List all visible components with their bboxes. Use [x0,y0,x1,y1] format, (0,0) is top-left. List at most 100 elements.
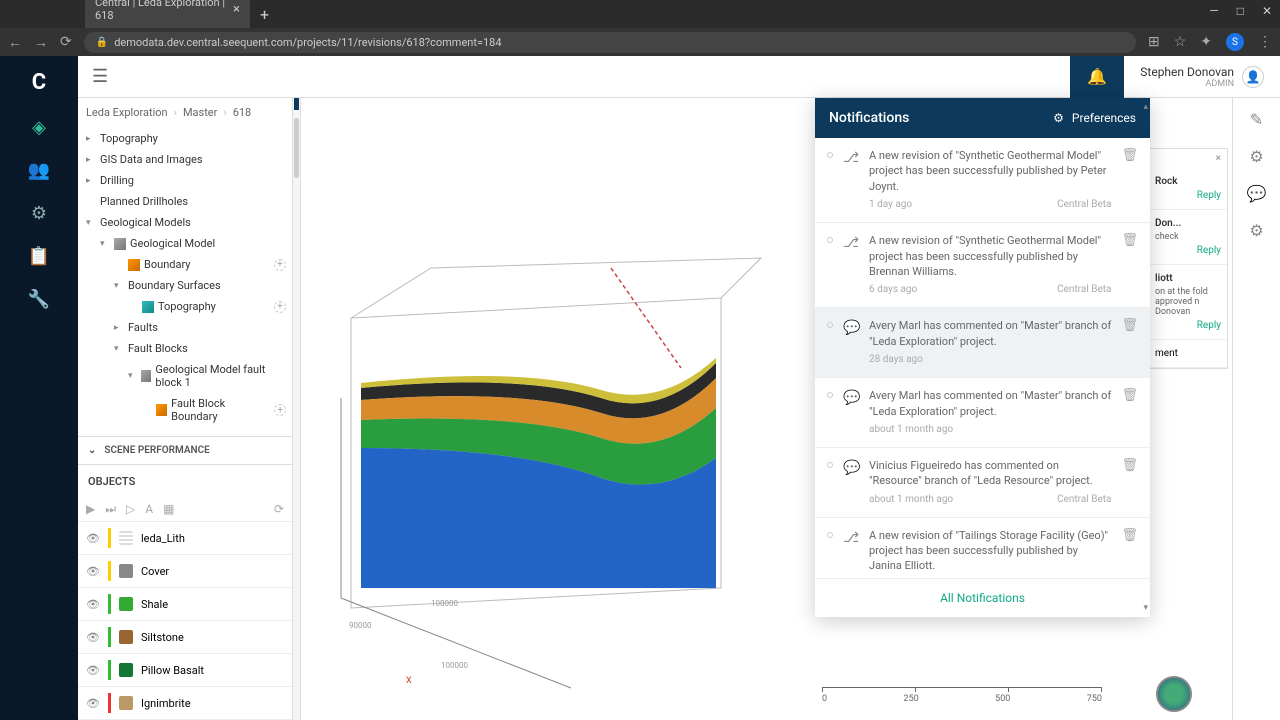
preferences-link[interactable]: ⚙ Preferences [1053,111,1136,125]
object-row[interactable]: 👁 Pillow Basalt [78,654,292,687]
visibility-icon[interactable]: 👁 [86,532,100,545]
forward-icon[interactable]: → [34,34,48,51]
tree-item[interactable]: ▸Topography [78,128,292,149]
reply-link[interactable]: Reply [1155,320,1221,331]
notification-item[interactable]: ⎇ A new revision of "Tailings Storage Fa… [815,518,1150,578]
notification-item[interactable]: ⎇ A new revision of "Synthetic Geotherma… [815,138,1150,223]
notification-item[interactable]: 💬 Avery Marl has commented on "Master" b… [815,378,1150,448]
hamburger-icon[interactable]: ☰ [78,66,122,87]
maximize-icon[interactable]: □ [1237,4,1244,18]
breadcrumb-revision[interactable]: 618 [233,106,252,119]
visibility-icon[interactable]: 👁 [86,631,100,644]
tree-item[interactable]: Planned Drillholes [78,191,292,212]
visibility-icon[interactable]: 👁 [86,697,100,710]
back-icon[interactable]: ← [8,34,22,51]
comments-icon[interactable]: 💬 [1247,184,1267,203]
add-icon[interactable]: + [274,301,286,313]
scene-performance-toggle[interactable]: ⌄ SCENE PERFORMANCE [78,436,292,464]
delete-notification-icon[interactable]: 🗑 [1121,458,1138,507]
notifications-list[interactable]: ▴ ▾ ⎇ A new revision of "Synthetic Geoth… [815,138,1150,578]
all-notifications-link[interactable]: All Notifications [815,578,1150,617]
step-icon[interactable]: ⏭ [105,502,116,517]
install-icon[interactable]: ⊞ [1148,34,1160,50]
comment-item[interactable]: Don... check Reply [1149,210,1227,265]
delete-notification-icon[interactable]: 🗑 [1121,233,1138,297]
visibility-icon[interactable]: 👁 [86,598,100,611]
add-comment[interactable]: ment [1149,340,1227,368]
browser-avatar[interactable]: S [1226,33,1244,51]
visibility-icon[interactable]: 👁 [86,664,100,677]
compass-icon[interactable] [1156,676,1192,712]
object-row[interactable]: 👁 Siltstone [78,621,292,654]
close-tab-icon[interactable]: × [233,2,240,17]
reload-icon[interactable]: ⟳ [60,34,72,50]
tree-item[interactable]: ▸GIS Data and Images [78,149,292,170]
add-icon[interactable]: + [274,259,286,271]
new-tab-button[interactable]: + [250,1,279,28]
tree-item[interactable]: Fault Block Boundary+ [78,393,292,427]
delete-notification-icon[interactable]: 🗑 [1121,318,1138,367]
reply-link[interactable]: Reply [1155,190,1221,201]
notification-item[interactable]: 💬 Avery Marl has commented on "Master" b… [815,308,1150,378]
tree-item[interactable]: ▾Geological Models [78,212,292,233]
play-icon[interactable]: ▶ [86,502,95,517]
edit-icon[interactable]: ✎ [1250,110,1263,129]
tree-item[interactable]: ▾Geological Model fault block 1 [78,359,292,393]
object-row[interactable]: 👁 Shale [78,588,292,621]
far-left-rail: C ◈ 👥 ⚙ 📋 🔧 [0,56,78,720]
sliders-icon[interactable]: ⚙ [1249,147,1263,166]
object-row[interactable]: 👁 Ignimbrite [78,687,292,720]
add-icon[interactable]: + [274,404,286,416]
delete-notification-icon[interactable]: 🗑 [1121,148,1138,212]
bookmark-icon[interactable]: ☆ [1174,34,1187,50]
close-window-icon[interactable]: ✕ [1262,4,1272,18]
text-icon[interactable]: A [145,502,153,517]
forward-play-icon[interactable]: ▷ [126,502,135,517]
tree-item[interactable]: ▾Geological Model [78,233,292,254]
swatch-icon [119,531,133,545]
menu-icon[interactable]: ⋮ [1258,34,1272,50]
extensions-icon[interactable]: ✦ [1200,34,1212,50]
url-field[interactable]: 🔒 demodata.dev.central.seequent.com/proj… [84,32,1136,53]
notifications-bell[interactable]: 🔔 [1070,56,1124,98]
object-row[interactable]: 👁 leda_Lith [78,522,292,555]
tree-item[interactable]: ▾Boundary Surfaces [78,275,292,296]
objects-panel: OBJECTS ▶ ⏭ ▷ A ▦ ⟳ 👁 leda_Lith👁 Cover👁 … [78,464,292,720]
notification-item[interactable]: ⎇ A new revision of "Synthetic Geotherma… [815,223,1150,308]
logo[interactable]: C [32,70,46,95]
tree-item-label: Faults [128,321,158,334]
object-row[interactable]: 👁 Cover [78,555,292,588]
delete-notification-icon[interactable]: 🗑 [1121,528,1138,578]
nav-users-icon[interactable]: 👥 [28,160,50,181]
tree-item[interactable]: ▾Fault Blocks [78,338,292,359]
grid-icon[interactable]: ▦ [163,502,174,517]
unread-dot-icon [827,322,833,328]
browser-tab[interactable]: Central | Leda Exploration | 618 × [85,0,250,28]
tree-item[interactable]: Boundary+ [78,254,292,275]
breadcrumb-branch[interactable]: Master [183,106,217,119]
nav-data-icon[interactable]: 📋 [28,246,50,267]
gear-icon[interactable]: ⚙ [1249,221,1263,240]
close-comments-icon[interactable]: × [1216,153,1221,164]
sidebar-resize-handle[interactable] [293,98,301,720]
color-stripe [108,561,111,581]
user-info[interactable]: Stephen Donovan ADMIN 👤 [1124,65,1280,89]
tree-item[interactable]: Topography+ [78,296,292,317]
tree-item[interactable]: ▸Faults [78,317,292,338]
nav-settings-icon[interactable]: ⚙ [31,203,47,224]
nav-viewer-icon[interactable]: ◈ [32,117,46,138]
color-stripe [108,693,111,713]
delete-notification-icon[interactable]: 🗑 [1121,388,1138,437]
minimize-icon[interactable]: — [1209,4,1218,18]
refresh-icon[interactable]: ⟳ [274,502,284,517]
breadcrumb-project[interactable]: Leda Exploration [86,106,168,119]
comment-item[interactable]: Rock Reply [1149,168,1227,210]
notification-item[interactable]: 💬 Vinicius Figueiredo has commented on "… [815,448,1150,518]
nav-tools-icon[interactable]: 🔧 [28,289,50,310]
comment-item[interactable]: liott on at the fold approved n Donovan … [1149,265,1227,340]
tree-item[interactable]: ▸Drilling [78,170,292,191]
visibility-icon[interactable]: 👁 [86,565,100,578]
reply-link[interactable]: Reply [1155,245,1221,256]
comment-author: liott [1155,273,1221,284]
sidebar: Leda Exploration › Master › 618 ▸Topogra… [78,98,293,720]
